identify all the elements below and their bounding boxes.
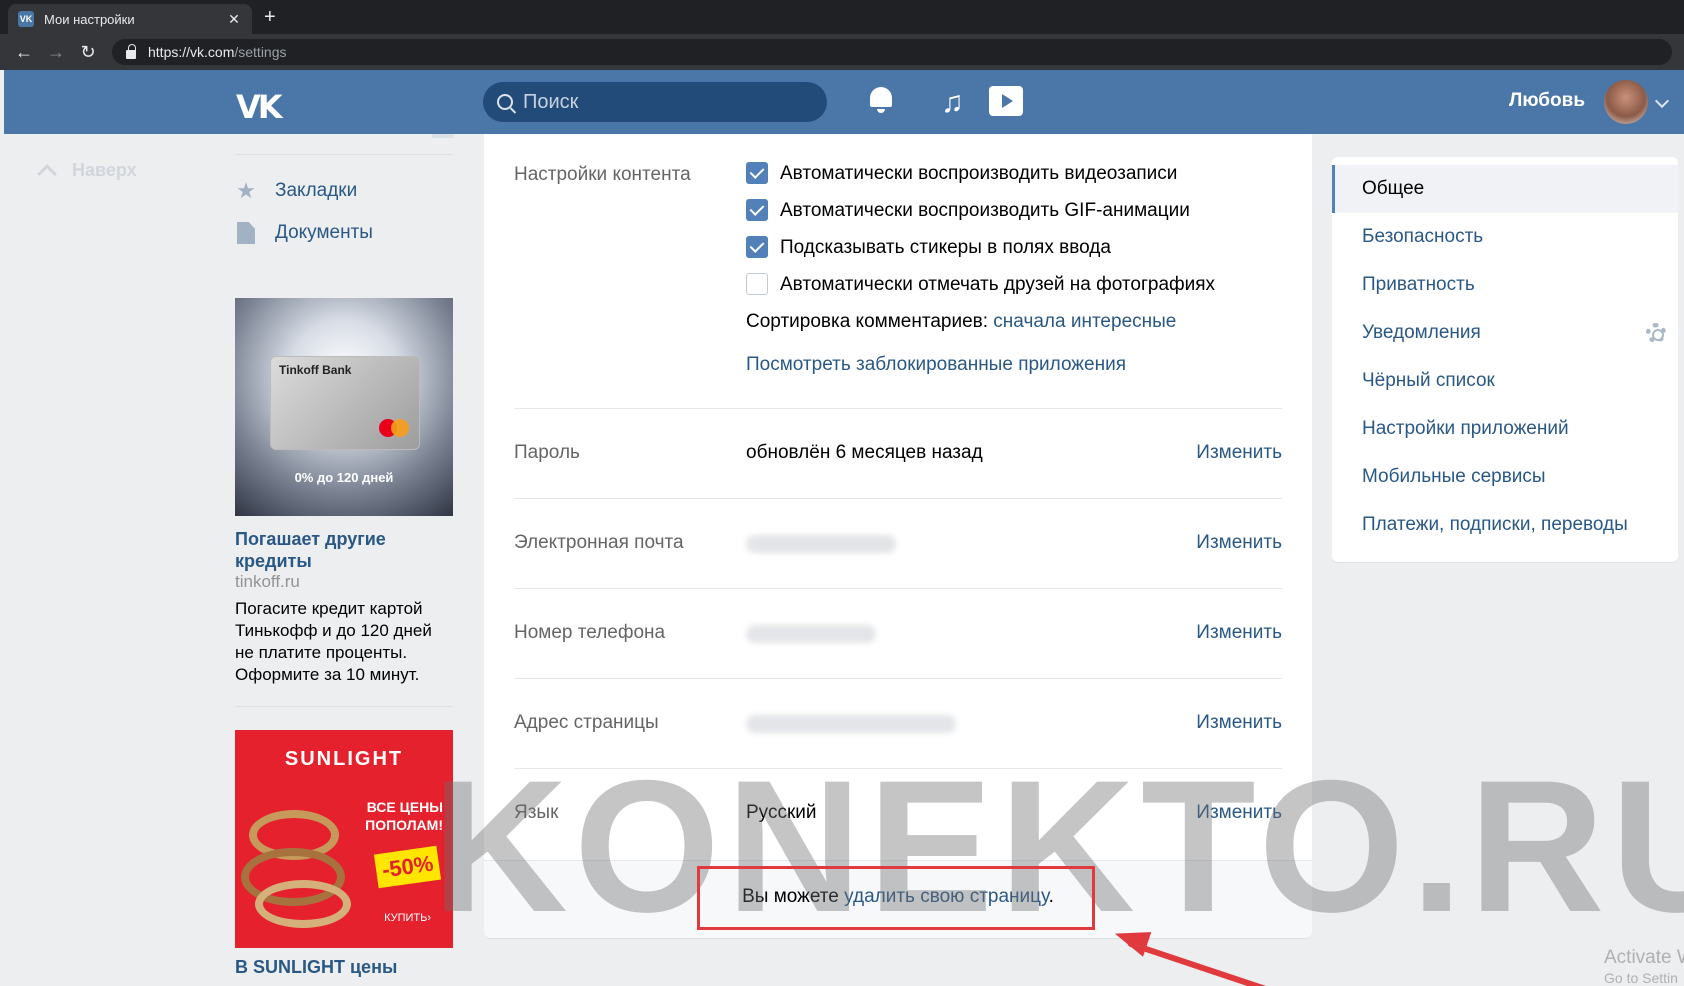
checkbox-label[interactable]: Подсказывать стикеры в полях ввода (780, 237, 1111, 259)
checkbox-label[interactable]: Автоматически воспроизводить GIF-анимаци… (780, 200, 1190, 222)
content-settings-label: Настройки контента (514, 164, 691, 185)
document-icon (235, 222, 257, 244)
left-nav-item-bookmarks[interactable]: ★ Закладки (235, 170, 373, 212)
change-email-link[interactable]: Изменить (1196, 532, 1282, 554)
browser-tab[interactable]: VK Мои настройки ✕ (8, 4, 252, 34)
vk-logo[interactable]: VK (236, 88, 283, 126)
checkbox-autoplay-video[interactable] (746, 162, 768, 184)
scrollbar-stub (432, 134, 454, 138)
close-tab-icon[interactable]: ✕ (226, 11, 242, 28)
ad-title[interactable]: Погашает другие кредиты (235, 528, 453, 572)
divider (235, 154, 453, 155)
new-tab-button[interactable]: + (264, 6, 276, 29)
chevron-down-icon[interactable] (1654, 93, 1670, 109)
ad-image-caption: 0% до 120 дней (294, 470, 394, 485)
menu-item-blacklist[interactable]: Чёрный список (1332, 357, 1678, 405)
comment-sort-row: Сортировка комментариев: сначала интерес… (746, 311, 1176, 333)
checkbox-auto-tag-friends[interactable] (746, 273, 768, 295)
vk-header: VK ♫ Любовь (4, 70, 1684, 134)
address-bar: ← → ↻ https://vk.com/settings (0, 34, 1684, 70)
checkbox-label[interactable]: Автоматически воспроизводить видеозаписи (780, 163, 1177, 185)
page-address-value-blurred (746, 715, 956, 733)
scroll-up-button[interactable]: Наверх (34, 160, 137, 184)
divider (235, 706, 453, 707)
search-icon (497, 94, 513, 110)
browser-tab-bar: VK Мои настройки ✕ + (0, 0, 1684, 34)
left-nav-label: Закладки (275, 180, 358, 201)
ad-image-sunlight[interactable]: SUNLIGHT ВСЕ ЦЕНЫ ПОПОЛАМ! -50% КУПИТЬ› (235, 730, 453, 948)
blocked-apps-link[interactable]: Посмотреть заблокированные приложения (746, 354, 1126, 376)
gear-icon[interactable] (1646, 323, 1666, 343)
tab-title: Мои настройки (44, 11, 135, 27)
back-icon[interactable]: ← (8, 42, 40, 63)
ad-text: Погасите кредит картой Тинькофф и до 120… (235, 599, 432, 684)
email-label: Электронная почта (514, 532, 684, 553)
email-value-blurred (746, 535, 896, 553)
url-field[interactable]: https://vk.com/settings (112, 39, 1672, 65)
menu-item-security[interactable]: Безопасность (1332, 213, 1678, 261)
menu-item-mobile-services[interactable]: Мобильные сервисы (1332, 453, 1678, 501)
ring-image (255, 880, 351, 928)
left-nav-item-documents[interactable]: Документы (235, 212, 373, 254)
password-value: обновлён 6 месяцев назад (746, 442, 983, 463)
menu-item-privacy[interactable]: Приватность (1332, 261, 1678, 309)
checkbox-autoplay-gif[interactable] (746, 199, 768, 221)
ad-title[interactable]: В SUNLIGHT цены (235, 956, 453, 978)
ad-domain[interactable]: tinkoff.ru (235, 572, 300, 592)
checkbox-sticker-hints[interactable] (746, 236, 768, 258)
left-nav: ★ Закладки Документы (235, 170, 373, 254)
ad-buy-label: КУПИТЬ› (384, 912, 431, 924)
checkbox-label[interactable]: Автоматически отмечать друзей на фотогра… (780, 274, 1215, 296)
lock-icon (126, 43, 136, 59)
windows-activation-notice: Activate WGo to Settin (1604, 947, 1684, 986)
menu-item-general[interactable]: Общее (1332, 165, 1678, 213)
comment-sort-dropdown[interactable]: сначала интересные (993, 311, 1176, 332)
scroll-up-label: Наверх (72, 160, 137, 180)
menu-item-app-settings[interactable]: Настройки приложений (1332, 405, 1678, 453)
change-address-link[interactable]: Изменить (1196, 712, 1282, 734)
ad-image-brand: SUNLIGHT (284, 748, 404, 770)
avatar[interactable] (1604, 80, 1648, 124)
reload-icon[interactable]: ↻ (72, 42, 104, 63)
vk-favicon-icon: VK (18, 11, 34, 27)
change-password-link[interactable]: Изменить (1196, 442, 1282, 464)
search-input[interactable] (523, 90, 803, 114)
notifications-bell-icon[interactable] (870, 87, 892, 113)
menu-item-notifications[interactable]: Уведомления (1332, 309, 1678, 357)
divider (514, 498, 1282, 499)
arrow-up-icon (37, 163, 57, 184)
annotation-highlight-box (697, 866, 1095, 930)
comment-sort-label: Сортировка комментариев: (746, 311, 989, 332)
divider (514, 408, 1282, 409)
settings-menu: Общее Безопасность Приватность Уведомлен… (1332, 157, 1678, 562)
url-text: https://vk.com/settings (148, 44, 287, 60)
divider (514, 588, 1282, 589)
page-address-label: Адрес страницы (514, 712, 659, 733)
discount-badge: -50% (373, 845, 442, 889)
forward-icon[interactable]: → (40, 42, 72, 63)
star-icon: ★ (236, 178, 256, 203)
music-icon[interactable]: ♫ (941, 86, 964, 120)
phone-label: Номер телефона (514, 622, 666, 643)
password-label: Пароль (514, 442, 580, 463)
search-box[interactable] (483, 82, 827, 122)
ad-image-tinkoff[interactable]: Tinkoff Bank 0% до 120 дней (235, 298, 453, 516)
phone-value-blurred (746, 625, 876, 643)
divider (514, 678, 1282, 679)
credit-card-image: Tinkoff Bank (270, 356, 420, 450)
user-name[interactable]: Любовь (1509, 90, 1585, 112)
change-phone-link[interactable]: Изменить (1196, 622, 1282, 644)
menu-item-payments[interactable]: Платежи, подписки, переводы (1332, 501, 1678, 549)
left-nav-label: Документы (275, 222, 373, 243)
video-play-icon[interactable] (989, 86, 1023, 116)
